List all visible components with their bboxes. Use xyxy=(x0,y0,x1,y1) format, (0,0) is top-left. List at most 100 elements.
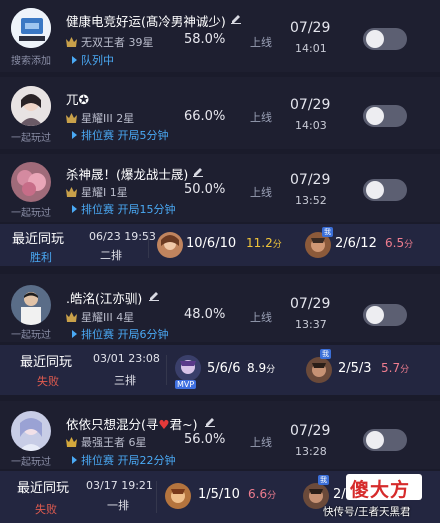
my-score: 8.9分 xyxy=(247,361,275,375)
last-time: 13:52 xyxy=(295,194,327,207)
their-score: 5.7分 xyxy=(381,361,409,375)
friend-row-3[interactable]: 一起玩过 杀神晟！(爆龙战士晟) 星耀I 1星 排位赛 开局15分钟 50.0%… xyxy=(0,154,440,222)
edit-icon[interactable] xyxy=(148,289,160,301)
player-name: 兀✪ xyxy=(66,92,89,107)
rank-crest-icon xyxy=(66,312,77,322)
watermark-caption: 快传号/王者天黑君 xyxy=(323,506,411,518)
status: 排位赛 开局6分钟 xyxy=(72,326,169,342)
their-score: 6.5分 xyxy=(385,236,413,250)
edit-icon[interactable] xyxy=(204,415,216,427)
match-date: 03/17 19:21 xyxy=(86,479,153,492)
avatar[interactable] xyxy=(11,411,51,451)
me-tag: 我 xyxy=(318,475,329,485)
win-rate: 58.0% xyxy=(184,32,226,47)
score-unit: 分 xyxy=(404,240,414,250)
watermark-logo: 傻大方 xyxy=(346,474,422,501)
watermark-brand: 傻大方 xyxy=(350,479,411,501)
source-label: 一起玩过 xyxy=(11,208,51,219)
friend-row-4[interactable]: 一起玩过 .皓洺(江亦驯) 星耀III 4星 排位赛 开局6分钟 48.0% 上… xyxy=(0,274,440,342)
online-status: 上线 xyxy=(250,186,272,199)
score-unit: 分 xyxy=(267,491,277,501)
last-date: 07/29 xyxy=(290,97,331,113)
hero-avatar xyxy=(157,232,183,258)
mvp-badge: MVP xyxy=(175,380,197,389)
status-text: 排位赛 开局6分钟 xyxy=(81,328,169,341)
friend-row-2[interactable]: 一起玩过 兀✪ 星耀III 2星 排位赛 开局5分钟 66.0% 上线 07/2… xyxy=(0,77,440,149)
edit-icon[interactable] xyxy=(192,165,204,177)
name-part: 君~) xyxy=(169,417,198,432)
source-label: 一起玩过 xyxy=(11,133,51,144)
status-arrow-icon xyxy=(72,456,77,464)
recent-title: 最近同玩 xyxy=(20,355,73,370)
me-tag: 我 xyxy=(320,349,331,359)
notify-toggle[interactable] xyxy=(363,304,407,326)
toggle-knob xyxy=(366,181,384,199)
recent-match-1[interactable]: 最近同玩 胜利 06/23 19:53 二排 10/6/10 11.2分 我 2… xyxy=(0,224,440,266)
their-kda: 2/6/12 xyxy=(335,236,377,251)
status-arrow-icon xyxy=(72,330,77,338)
status-text: 排位赛 开局5分钟 xyxy=(81,129,169,142)
friend-row-5[interactable]: 一起玩过 依依只想混分(寻♥君~) 最强王者 6星 排位赛 开局22分钟 56.… xyxy=(0,401,440,469)
me-tag: 我 xyxy=(322,227,333,237)
my-kda: 1/5/10 xyxy=(198,487,240,502)
player-name: 健康电竞好运(髙冷男神诚少) xyxy=(66,14,226,29)
avatar[interactable] xyxy=(11,8,51,48)
toggle-knob xyxy=(366,306,384,324)
match-mode: 一排 xyxy=(107,499,129,512)
rank-crest-icon xyxy=(66,437,77,447)
match-result: 失败 xyxy=(37,375,59,388)
win-rate: 50.0% xyxy=(184,182,226,197)
player-name: .皓洺(江亦驯) xyxy=(66,291,143,306)
score-value: 11.2 xyxy=(246,236,273,250)
win-rate: 48.0% xyxy=(184,307,226,322)
notify-toggle[interactable] xyxy=(363,28,407,50)
match-date: 06/23 19:53 xyxy=(89,230,156,243)
recent-title: 最近同玩 xyxy=(17,481,70,496)
divider xyxy=(166,355,167,385)
toggle-knob xyxy=(366,30,384,48)
friend-row-1[interactable]: 搜索添加 健康电竞好运(髙冷男神诚少) 无双王者 39星 队列中 58.0% 上… xyxy=(0,0,440,72)
rank-text: 星耀I 1星 xyxy=(81,186,128,199)
score-value: 6.6 xyxy=(248,487,268,501)
online-status: 上线 xyxy=(250,36,272,49)
score-unit: 分 xyxy=(272,240,282,250)
status: 队列中 xyxy=(72,52,114,68)
online-status: 上线 xyxy=(250,436,272,449)
win-rate: 66.0% xyxy=(184,109,226,124)
match-date: 03/01 23:08 xyxy=(93,352,160,365)
divider xyxy=(148,232,149,258)
edit-icon[interactable] xyxy=(230,12,242,24)
notify-toggle[interactable] xyxy=(363,105,407,127)
last-date: 07/29 xyxy=(290,296,331,312)
rank: 星耀I 1星 xyxy=(66,184,128,200)
match-result: 失败 xyxy=(35,503,57,516)
divider xyxy=(156,481,157,513)
last-date: 07/29 xyxy=(290,172,331,188)
avatar[interactable] xyxy=(11,162,51,202)
rank-text: 星耀III 2星 xyxy=(81,112,135,125)
rank: 星耀III 2星 xyxy=(66,110,134,126)
score-value: 5.7 xyxy=(381,361,401,375)
source-label: 一起玩过 xyxy=(11,457,51,468)
status-arrow-icon xyxy=(72,205,77,213)
source-label: 一起玩过 xyxy=(11,330,51,341)
notify-toggle[interactable] xyxy=(363,179,407,201)
last-date: 07/29 xyxy=(290,423,331,439)
my-score: 6.6分 xyxy=(248,487,276,501)
name-part: 依依只想混分(寻 xyxy=(66,417,159,432)
score-unit: 分 xyxy=(266,365,276,375)
player-name: 杀神晟！(爆龙战士晟) xyxy=(66,167,189,182)
recent-match-2[interactable]: 最近同玩 失败 03/01 23:08 三排 MVP 5/6/6 8.9分 我 … xyxy=(0,345,440,395)
avatar[interactable] xyxy=(11,86,51,126)
notify-toggle[interactable] xyxy=(363,429,407,451)
avatar[interactable] xyxy=(11,285,51,325)
score-value: 6.5 xyxy=(385,236,405,250)
rank-crest-icon xyxy=(66,37,77,47)
match-mode: 二排 xyxy=(100,249,122,262)
status-text: 队列中 xyxy=(81,54,114,67)
hero-avatar xyxy=(306,357,332,383)
status: 排位赛 开局5分钟 xyxy=(72,127,169,143)
toggle-knob xyxy=(366,431,384,449)
rank: 最强王者 6星 xyxy=(66,434,147,450)
status: 排位赛 开局15分钟 xyxy=(72,201,176,217)
